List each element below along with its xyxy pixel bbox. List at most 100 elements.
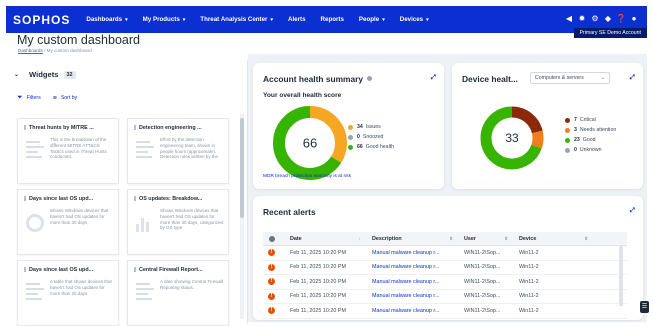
nav-item-alerts[interactable]: Alerts (288, 16, 306, 23)
warranty-risk-link[interactable]: MDR breach protection warranty is at ris… (263, 174, 351, 179)
description-link[interactable]: Manual malware cleanup r... (366, 264, 458, 270)
widget-card[interactable]: OS updates: Breakdow... Shows Windows dev… (127, 189, 229, 255)
settings-column-header[interactable] (263, 235, 280, 242)
widget-card-title: Detection engineering ... (134, 125, 202, 131)
alerts-table-body: ! Feb 11, 2025 10:20 PM Manual malware cle… (263, 246, 627, 319)
widget-card[interactable]: Days since last OS upd... A table that sh… (17, 260, 119, 326)
legend-item[interactable]: 7 Critical (565, 115, 616, 125)
description-link[interactable]: Manual malware cleanup r... (366, 293, 458, 299)
nav-item-label: Alerts (287, 16, 306, 23)
legend-count: 23 (574, 137, 580, 143)
sort-by-button[interactable]: ≡ Sort by (53, 94, 78, 102)
alerts-table: Date ↓ Description ⇕ User ⇕ Device ⇕ ! Feb 11… (263, 232, 627, 319)
description-link[interactable]: Manual malware cleanup r... (366, 308, 458, 314)
chevron-down-icon[interactable]: ⌄ (14, 71, 19, 78)
widget-card[interactable]: Central Firewall Report... A date showing… (127, 260, 229, 326)
legend-item[interactable]: 0 Snoozed (348, 132, 394, 142)
widget-card-title: Days since last OS upd... (24, 196, 93, 202)
legend-swatch (348, 124, 353, 130)
table-row[interactable]: ! Feb 11, 2025 10:20 PM Manual malware cle… (263, 246, 627, 261)
help-icon[interactable]: ❓ (616, 14, 626, 24)
sophos-logo[interactable]: SOPHOS (13, 13, 70, 27)
widgets-label: Widgets (29, 70, 59, 79)
bell-icon[interactable]: ◆ (603, 14, 613, 24)
account-health-legend: 34 Issues 0 Snoozed 66 Good health (348, 122, 394, 152)
widget-card-title: Threat hunts by MITRE ... (24, 125, 94, 131)
chevron-down-icon: ▾ (426, 16, 429, 23)
severity-cell: ! (263, 307, 280, 315)
device-health-title: Device healt... (462, 74, 518, 84)
widget-card[interactable]: Threat hunts by MITRE ... This is the bre… (17, 118, 119, 184)
alert-severity-icon: ! (268, 292, 275, 300)
legend-count: 0 (574, 147, 577, 153)
device-type-dropdown[interactable]: Computers & servers ⌄ (530, 72, 610, 84)
nav-item-reports[interactable]: Reports (321, 16, 344, 23)
table-row[interactable]: ! Feb 11, 2025 10:20 PM Manual malware cle… (263, 261, 627, 275)
legend-item[interactable]: 66 Good health (348, 142, 394, 152)
alerts-table-scrollbar[interactable] (619, 246, 623, 306)
chevron-down-icon: ▾ (182, 16, 186, 23)
date-column-header[interactable]: Date ↓ (280, 236, 366, 242)
legend-label: Issues (365, 124, 381, 130)
table-row[interactable]: ! Feb 11, 2025 10:20 PM Manual malware cle… (263, 304, 627, 319)
legend-item[interactable]: 23 Good (565, 135, 616, 145)
legend-count: 66 (357, 144, 363, 150)
nav-item-dashboards[interactable]: Dashboards ▾ (86, 16, 127, 23)
expand-icon[interactable]: ⤢ (630, 74, 635, 82)
user-cell: WIN11-2\Sop... (464, 249, 501, 256)
date-cell: Feb 11, 2025 10:20 PM (290, 307, 346, 314)
alert-severity-icon: ! (268, 263, 275, 271)
info-icon[interactable] (367, 76, 373, 81)
account-health-title: Account health summary (263, 74, 373, 84)
breadcrumb-dashboards-link[interactable]: Dashboards (18, 48, 43, 53)
legend-label: Snoozed (362, 134, 384, 140)
feedback-button[interactable]: ☰ (640, 301, 649, 313)
widget-card-description: This is the breakdown of the different M… (50, 137, 107, 160)
widgets-panel: ⌄ Widgets 32 ⏷ Filters ≡ Sort by Threat hu… (6, 60, 248, 326)
widget-card-title: OS updates: Breakdow... (134, 196, 202, 202)
nav-item-people[interactable]: People ▾ (359, 16, 385, 23)
settings-icon[interactable]: ✹ (577, 14, 587, 24)
user-column-header[interactable]: User ⇕ (458, 236, 513, 242)
description-link[interactable]: Manual malware cleanup r... (366, 279, 458, 285)
legend-item[interactable]: 0 Unknown (565, 145, 616, 155)
widgets-scrollbar-thumb[interactable] (240, 118, 244, 218)
filters-button[interactable]: ⏷ Filters (17, 94, 41, 102)
nav-item-my-products[interactable]: My Products ▾ (143, 16, 186, 23)
gear-icon[interactable]: ⚙ (590, 14, 600, 24)
main-nav: Dashboards ▾ My Products ▾ Threat Analysis C… (86, 16, 443, 23)
nav-item-label: Threat Analysis Center (200, 16, 268, 23)
alert-severity-icon: ! (268, 307, 275, 315)
widgets-header[interactable]: ⌄ Widgets 32 (14, 70, 76, 79)
account-health-donut: 66 (273, 106, 347, 180)
sort-icon: ⇕ (504, 235, 508, 241)
device-column-header[interactable]: Device ⇕ (513, 236, 593, 242)
description-column-header[interactable]: Description ⇕ (366, 236, 458, 242)
severity-cell: ! (263, 278, 280, 286)
table-row[interactable]: ! Feb 11, 2025 10:20 PM Manual malware cle… (263, 290, 627, 304)
nav-item-devices[interactable]: Devices ▾ (400, 16, 429, 23)
nav-item-threat-analysis-center[interactable]: Threat Analysis Center ▾ (200, 16, 273, 23)
nav-item-label: Dashboards (86, 16, 123, 23)
donut-center-value: 66 (303, 136, 317, 151)
legend-item[interactable]: 3 Needs attention (565, 125, 616, 135)
alert-severity-icon: ! (268, 278, 275, 286)
expand-icon[interactable]: ⤢ (431, 74, 436, 82)
user-header-label: User (464, 235, 476, 242)
widget-card-description: Shows Windows devices that haven't had O… (50, 208, 109, 225)
legend-item[interactable]: 34 Issues (348, 122, 394, 132)
widget-card[interactable]: Detection engineering ... Effort by the d… (127, 118, 229, 184)
legend-label: Good health (365, 144, 395, 150)
widget-card[interactable]: Days since last OS upd... Shows Windows d… (17, 189, 119, 255)
demo-account-badge[interactable]: Primary SE Demo Account (573, 28, 647, 38)
expand-icon[interactable]: ⤢ (630, 207, 635, 215)
sort-icon: ≡ (52, 94, 57, 102)
device-cell: Win11-2 (519, 307, 539, 314)
device-health-donut: 33 (480, 106, 544, 170)
user-cell: WIN11-2\Sop... (464, 278, 501, 285)
user-icon[interactable]: ● (629, 14, 639, 24)
table-row[interactable]: ! Feb 11, 2025 10:20 PM Manual malware cle… (263, 275, 627, 290)
megaphone-icon[interactable]: ◀ (564, 14, 574, 24)
device-cell: Win11-2 (519, 264, 539, 271)
description-link[interactable]: Manual malware cleanup r... (366, 250, 458, 256)
